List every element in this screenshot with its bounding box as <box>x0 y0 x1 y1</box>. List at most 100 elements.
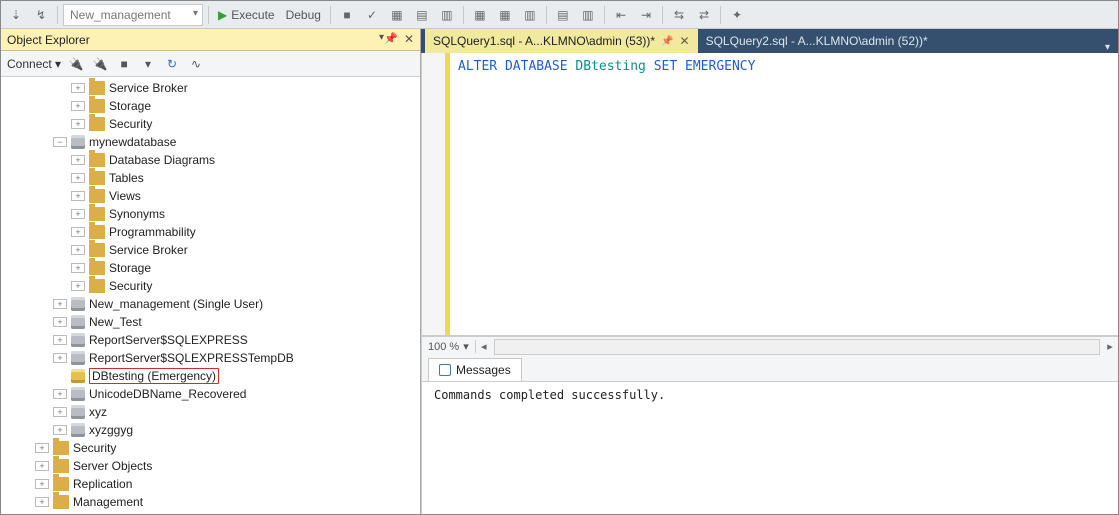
tab-sqlquery1[interactable]: SQLQuery1.sql - A...KLMNO\admin (53))* 📌… <box>425 29 698 53</box>
tree-node-new-management[interactable]: +New_management (Single User) <box>1 295 420 313</box>
database-selector[interactable]: New_management <box>63 4 203 26</box>
document-tabs: SQLQuery1.sql - A...KLMNO\admin (53))* 📌… <box>421 29 1118 53</box>
spec-icon[interactable]: ✦ <box>726 4 748 26</box>
database-emergency-icon <box>71 369 85 383</box>
tree-node-unicodedb[interactable]: +UnicodeDBName_Recovered <box>1 385 420 403</box>
tree-node-xyzggyg[interactable]: +xyzggyg <box>1 421 420 439</box>
messages-output[interactable]: Commands completed successfully. <box>422 382 1118 514</box>
tree-node-views[interactable]: +Views <box>1 187 420 205</box>
scroll-right-icon[interactable]: ▸ <box>1102 340 1118 353</box>
tree-node-tables[interactable]: +Tables <box>1 169 420 187</box>
tree-node-server-objects[interactable]: +Server Objects <box>1 457 420 475</box>
database-icon <box>71 387 85 401</box>
database-icon <box>71 351 85 365</box>
tab-pin-icon[interactable]: 📌 <box>661 36 673 47</box>
folder-icon <box>89 153 105 167</box>
database-icon <box>71 333 85 347</box>
folder-icon <box>89 225 105 239</box>
tree-node-security[interactable]: +Security <box>1 115 420 133</box>
tab-overflow-icon[interactable]: ▾ <box>1097 42 1118 53</box>
tree-node-xyz[interactable]: +xyz <box>1 403 420 421</box>
folder-icon <box>89 243 105 257</box>
object-explorer-panel: Object Explorer ▾ 📌 ✕ Connect ▾ 🔌 🔌 ■ ▾ … <box>1 29 421 514</box>
tree-node-reportserver[interactable]: +ReportServer$SQLEXPRESS <box>1 331 420 349</box>
disconnect-icon[interactable]: 🔌 <box>91 57 109 71</box>
messages-tab-label: Messages <box>456 363 511 377</box>
debug-button[interactable]: Debug <box>282 8 325 22</box>
stop-icon[interactable]: ■ <box>336 4 358 26</box>
tree-node-service-broker-2[interactable]: +Service Broker <box>1 241 420 259</box>
sync-icon[interactable]: ∿ <box>187 57 205 71</box>
object-explorer-title: Object Explorer <box>7 33 90 47</box>
tree-node-new-test[interactable]: +New_Test <box>1 313 420 331</box>
indent-icon-3[interactable]: ⇆ <box>668 4 690 26</box>
connect-toolbar: Connect ▾ 🔌 🔌 ■ ▾ ↻ ∿ <box>1 51 420 77</box>
comment-icon[interactable]: ▤ <box>552 4 574 26</box>
tree-node-reportserver-temp[interactable]: +ReportServer$SQLEXPRESSTempDB <box>1 349 420 367</box>
tree-node-dbtesting[interactable]: DBtesting (Emergency) <box>1 367 420 385</box>
refresh-icon[interactable]: ↻ <box>163 57 181 71</box>
tree-node-security-2[interactable]: +Security <box>1 277 420 295</box>
grid-icon-1[interactable]: ▦ <box>386 4 408 26</box>
results-icon-3[interactable]: ▥ <box>519 4 541 26</box>
tree-node-mynewdatabase[interactable]: −mynewdatabase <box>1 133 420 151</box>
parse-icon[interactable]: ✓ <box>361 4 383 26</box>
pin-icon[interactable]: 📌 <box>384 32 398 45</box>
object-explorer-tree[interactable]: +Service Broker +Storage +Security −myne… <box>1 77 420 514</box>
uncomment-icon[interactable]: ▥ <box>577 4 599 26</box>
connect-icon[interactable]: 🔌 <box>67 57 85 71</box>
grid-icon-3[interactable]: ▥ <box>436 4 458 26</box>
tab-label: SQLQuery2.sql - A...KLMNO\admin (52))* <box>706 34 928 48</box>
zoom-selector[interactable]: 100 %▾ <box>422 340 476 353</box>
tree-node-storage[interactable]: +Storage <box>1 97 420 115</box>
messages-text: Commands completed successfully. <box>434 388 665 402</box>
tree-node-management[interactable]: +Management <box>1 493 420 511</box>
object-explorer-title-bar: Object Explorer ▾ 📌 ✕ <box>1 29 420 51</box>
grid-icon-2[interactable]: ▤ <box>411 4 433 26</box>
panel-dropdown-icon[interactable]: ▾ <box>379 32 384 43</box>
database-selector-label: New_management <box>70 8 171 22</box>
results-icon-1[interactable]: ▦ <box>469 4 491 26</box>
editor-panel: SQLQuery1.sql - A...KLMNO\admin (53))* 📌… <box>421 29 1118 514</box>
editor-gutter <box>422 53 450 335</box>
folder-icon <box>89 117 105 131</box>
main-toolbar: ⇣ ↯ New_management ▶Execute Debug ■ ✓ ▦ … <box>1 1 1118 29</box>
editor-text[interactable]: ALTER DATABASE DBtesting SET EMERGENCY <box>450 53 1118 335</box>
connect-dropdown[interactable]: Connect ▾ <box>7 57 61 71</box>
indent-inc-icon[interactable]: ⇥ <box>635 4 657 26</box>
tree-node-diagrams[interactable]: +Database Diagrams <box>1 151 420 169</box>
tree-node-service-broker[interactable]: +Service Broker <box>1 79 420 97</box>
toolbar-button-1[interactable]: ⇣ <box>5 4 27 26</box>
messages-icon <box>439 364 451 376</box>
tab-sqlquery2[interactable]: SQLQuery2.sql - A...KLMNO\admin (52))* <box>698 29 936 53</box>
indent-icon-4[interactable]: ⇄ <box>693 4 715 26</box>
tree-node-root-security[interactable]: +Security <box>1 439 420 457</box>
horizontal-scrollbar[interactable] <box>494 339 1100 355</box>
toolbar-button-2[interactable]: ↯ <box>30 4 52 26</box>
tree-node-synonyms[interactable]: +Synonyms <box>1 205 420 223</box>
database-icon <box>71 423 85 437</box>
results-tabs: Messages <box>422 356 1118 382</box>
tree-node-storage-2[interactable]: +Storage <box>1 259 420 277</box>
sql-editor[interactable]: ALTER DATABASE DBtesting SET EMERGENCY <box>422 53 1118 336</box>
results-icon-2[interactable]: ▦ <box>494 4 516 26</box>
editor-footer: 100 %▾ ◂ ▸ <box>422 336 1118 356</box>
folder-icon <box>89 81 105 95</box>
database-icon <box>71 405 85 419</box>
tab-close-icon[interactable]: ✕ <box>680 34 690 48</box>
chevron-down-icon: ▾ <box>463 340 469 353</box>
database-icon <box>71 135 85 149</box>
indent-dec-icon[interactable]: ⇤ <box>610 4 632 26</box>
tab-label: SQLQuery1.sql - A...KLMNO\admin (53))* <box>433 34 655 48</box>
execute-label: Execute <box>231 8 274 22</box>
tab-messages[interactable]: Messages <box>428 358 522 381</box>
execute-button[interactable]: ▶Execute <box>214 8 279 22</box>
tree-node-programmability[interactable]: +Programmability <box>1 223 420 241</box>
filter-icon[interactable]: ▾ <box>139 57 157 71</box>
folder-icon <box>89 261 105 275</box>
stop-connect-icon[interactable]: ■ <box>115 57 133 71</box>
database-icon <box>71 315 85 329</box>
tree-node-replication[interactable]: +Replication <box>1 475 420 493</box>
scroll-left-icon[interactable]: ◂ <box>476 340 492 353</box>
close-icon[interactable]: ✕ <box>404 32 414 46</box>
